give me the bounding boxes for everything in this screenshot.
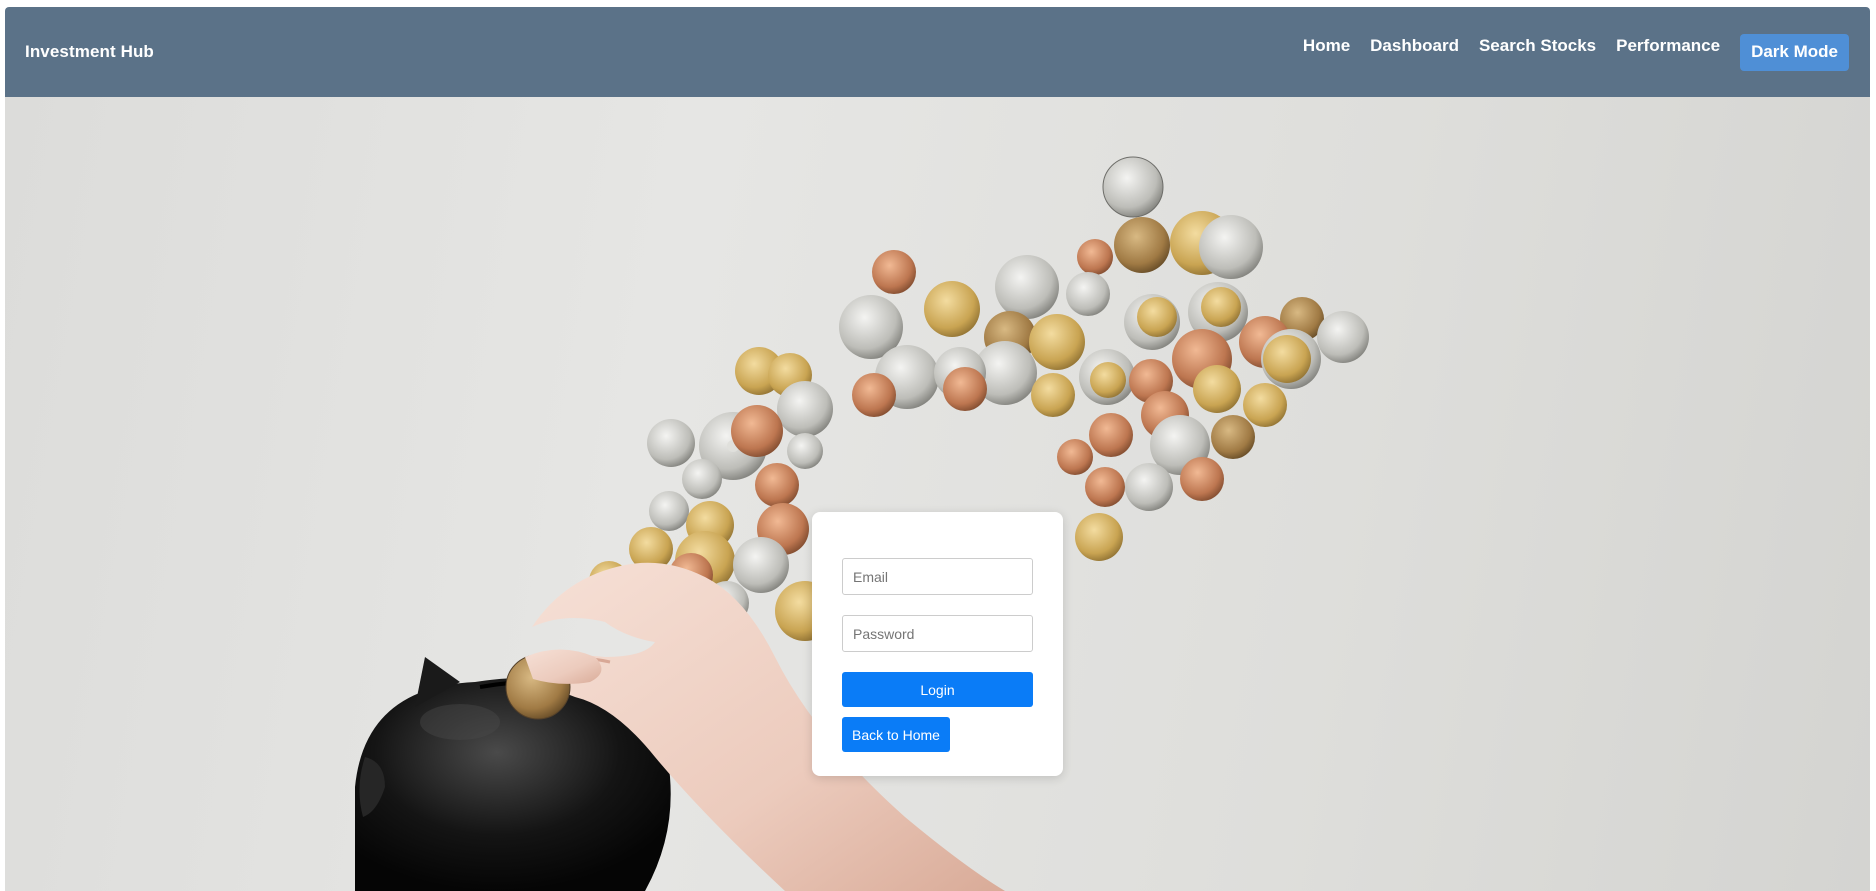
navbar: Investment Hub Home Dashboard Search Sto…	[5, 7, 1870, 97]
brand-logo[interactable]: Investment Hub	[25, 42, 154, 62]
login-card: Login Back to Home	[812, 512, 1063, 776]
nav-links: Home Dashboard Search Stocks Performance…	[1283, 33, 1849, 71]
password-input[interactable]	[842, 615, 1033, 652]
hero-background: Login Back to Home	[5, 97, 1870, 891]
nav-link-search-stocks[interactable]: Search Stocks	[1479, 36, 1596, 56]
nav-link-performance[interactable]: Performance	[1616, 36, 1720, 56]
login-button[interactable]: Login	[842, 672, 1033, 707]
back-to-home-button[interactable]: Back to Home	[842, 717, 950, 752]
dark-mode-button[interactable]: Dark Mode	[1740, 33, 1849, 71]
app-window: Investment Hub Home Dashboard Search Sto…	[5, 7, 1870, 891]
nav-link-home[interactable]: Home	[1303, 36, 1350, 56]
email-input[interactable]	[842, 558, 1033, 595]
nav-link-dashboard[interactable]: Dashboard	[1370, 36, 1459, 56]
